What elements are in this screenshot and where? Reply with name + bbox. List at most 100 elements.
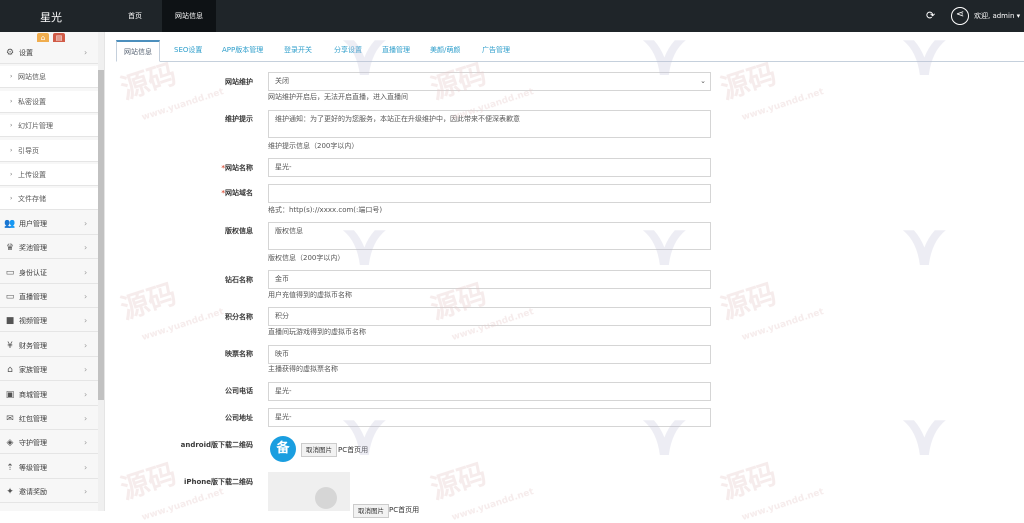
sidebar-item[interactable]: › 幻灯片管理: [0, 115, 100, 138]
chevron-right-icon: ›: [84, 365, 88, 375]
sidebar-item-label: 家族管理: [19, 366, 47, 375]
sidebar-scroll-thumb[interactable]: [98, 70, 104, 400]
sidebar-item-label: 文件存储: [18, 195, 46, 204]
user-menu[interactable]: 欢迎, admin ▾: [974, 11, 1020, 21]
bullet-icon: ›: [10, 195, 13, 203]
sidebar-item-label: 邀请奖励: [19, 488, 47, 497]
watermark-url: www.yuandd.net: [140, 487, 226, 523]
chevron-down-icon: ⌄: [700, 77, 706, 85]
sidebar-item[interactable]: ✉ › 红包管理: [0, 408, 100, 430]
nav-home[interactable]: 首页: [108, 0, 162, 32]
site-domain-label: *网站域名: [150, 188, 253, 198]
monitor-icon: ▭: [5, 292, 15, 302]
watermark-logo-icon: ⋎: [900, 210, 949, 280]
refresh-icon[interactable]: ⟳: [926, 9, 935, 22]
sidebar-item-label: 商城管理: [19, 390, 47, 399]
sidebar-item-label: 身份认证: [19, 268, 47, 277]
site-name-input[interactable]: 星光-: [268, 158, 711, 177]
brand-logo[interactable]: 星光: [40, 9, 62, 25]
sidebar-item[interactable]: › 文件存储: [0, 188, 100, 211]
top-navbar: 星光 首页 网站信息 ⟳ ⋖ 欢迎, admin ▾: [0, 0, 1024, 32]
ticket-name-input[interactable]: 映币: [268, 345, 711, 364]
sidebar-item-label: 网站信息: [18, 73, 46, 82]
chevron-right-icon: ›: [84, 267, 88, 277]
company-phone-label: 公司电话: [225, 387, 253, 395]
shield-icon: ◈: [6, 438, 14, 449]
chevron-right-icon: ›: [84, 48, 88, 57]
envelope-icon: ✉: [6, 414, 14, 424]
tab-ads[interactable]: 广告管理: [482, 40, 510, 62]
maintenance-tip-label: 维护提示: [225, 115, 253, 123]
sidebar-item-label: 守护管理: [19, 439, 47, 448]
chevron-right-icon: ›: [84, 316, 88, 326]
bullet-icon: ›: [10, 97, 13, 105]
sidebar-item[interactable]: ♛ › 奖池管理: [0, 237, 100, 260]
sidebar-item[interactable]: ⌂ › 家族管理: [0, 359, 100, 382]
ticket-name-help: 主播获得的虚拟票名称: [268, 365, 338, 373]
sidebar-item[interactable]: ▭ › 直播管理: [0, 286, 100, 308]
sidebar-item[interactable]: ⇡ › 等级管理: [0, 456, 100, 479]
sidebar-item-label: 上传设置: [18, 171, 46, 179]
maintenance-tip-textarea[interactable]: 维护通知：为了更好的为您服务，本站正在升级维护中，因此带来不便深表歉意: [268, 110, 711, 138]
tab-login-switch[interactable]: 登录开关: [284, 40, 312, 62]
copyright-textarea[interactable]: 版权信息: [268, 222, 711, 250]
diamond-name-input[interactable]: 金币: [268, 270, 711, 289]
tab-app-version[interactable]: APP版本管理: [222, 40, 263, 62]
tab-beauty[interactable]: 美颜/萌颜: [430, 40, 460, 62]
trophy-icon: ♛: [5, 243, 15, 254]
id-card-icon: ▭: [5, 267, 15, 278]
bullet-icon: ›: [10, 73, 13, 81]
sidebar-item[interactable]: › 引导页: [0, 139, 100, 162]
share-icon[interactable]: ⋖: [951, 7, 969, 25]
android-qr-image[interactable]: 备: [270, 436, 296, 462]
iphone-cancel-image-button[interactable]: 取消图片: [353, 504, 389, 518]
sidebar-item[interactable]: › 上传设置: [0, 164, 100, 186]
android-cancel-image-button[interactable]: 取消图片: [301, 443, 337, 457]
sidebar-item-label: 幻灯片管理: [18, 122, 53, 131]
sidebar-item-label: 私密设置: [18, 97, 46, 106]
site-domain-input[interactable]: [268, 184, 711, 203]
sidebar-item-label: 直播管理: [19, 293, 47, 301]
maintenance-select[interactable]: 关闭 ⌄: [268, 72, 711, 91]
sidebar-item[interactable]: ▭ › 身份认证: [0, 261, 100, 284]
sidebar-item-label: 财务管理: [19, 341, 47, 350]
sidebar-item[interactable]: 👥 › 用户管理: [0, 212, 100, 235]
diamond-name-help: 用户充值得到的虚拟币名称: [268, 291, 352, 299]
company-address-label: 公司地址: [225, 414, 253, 422]
gift-icon: ✦: [6, 487, 14, 498]
iphone-qr-image[interactable]: [268, 472, 350, 511]
sidebar-item[interactable]: › 私密设置: [0, 90, 100, 113]
points-name-input[interactable]: 积分: [268, 307, 711, 326]
sidebar-item[interactable]: ▤ › 店铺管理: [0, 505, 100, 511]
chevron-right-icon: ›: [84, 506, 87, 511]
bullet-icon: ›: [10, 171, 13, 178]
sidebar-item-label: 引导页: [18, 146, 39, 155]
company-phone-input[interactable]: 星光-: [268, 382, 711, 401]
gear-icon: ⚙: [5, 48, 15, 58]
tab-seo[interactable]: SEO设置: [174, 40, 202, 62]
copyright-label: 版权信息: [225, 227, 253, 235]
watermark-url: www.yuandd.net: [450, 487, 536, 523]
chevron-right-icon: ›: [84, 292, 88, 301]
sidebar-item[interactable]: ⚙ › 设置: [0, 42, 100, 64]
image-placeholder-icon: [315, 487, 337, 509]
sidebar-item[interactable]: ✦ › 邀请奖励: [0, 481, 100, 504]
sidebar-item[interactable]: › 网站信息: [0, 66, 100, 89]
tab-live[interactable]: 直播管理: [382, 40, 410, 62]
nav-site-info[interactable]: 网站信息: [162, 0, 216, 32]
tab-site-info[interactable]: 网站信息: [116, 40, 160, 62]
copyright-help: 版权信息（200字以内）: [268, 254, 345, 262]
sidebar-item-label: 设置: [19, 49, 33, 57]
sidebar-item[interactable]: ▣ › 商城管理: [0, 383, 100, 406]
watermark-url: www.yuandd.net: [740, 487, 826, 523]
site-name-label: *网站名称: [150, 163, 253, 173]
sidebar-item[interactable]: ¥ › 财务管理: [0, 334, 100, 357]
sidebar-item[interactable]: ■ › 视频管理: [0, 310, 100, 333]
sidebar-item-label: 奖池管理: [19, 244, 47, 253]
sidebar-item-label: 店铺管理: [19, 506, 47, 511]
company-address-input[interactable]: 星光-: [268, 408, 711, 427]
maintenance-label: 网站维护: [225, 78, 253, 86]
maintenance-tip-help: 维护提示信息（200字以内）: [268, 142, 359, 150]
sidebar-item[interactable]: ◈ › 守护管理: [0, 432, 100, 455]
tab-share[interactable]: 分享设置: [334, 40, 362, 62]
